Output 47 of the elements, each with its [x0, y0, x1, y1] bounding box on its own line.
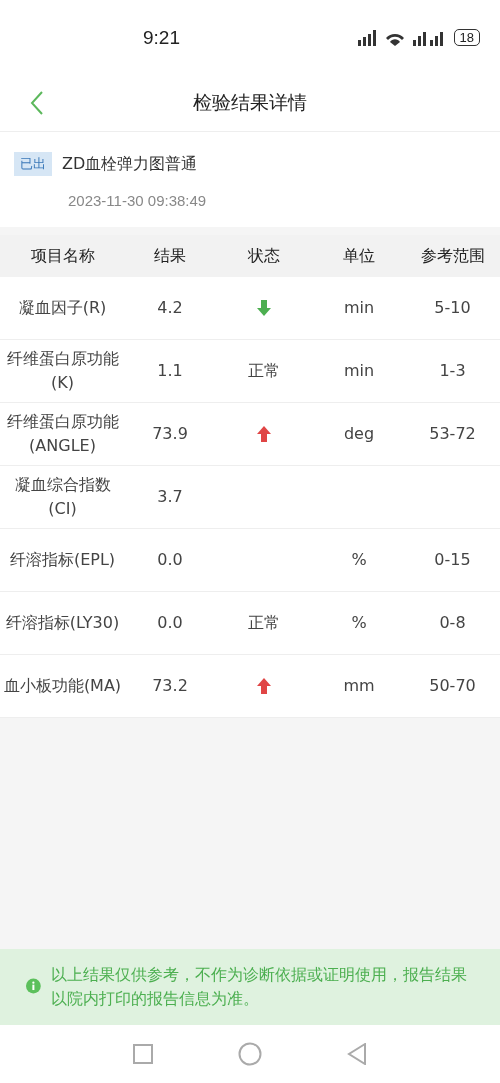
column-header: 结果: [153, 245, 187, 267]
notice-text: 以上结果仅供参考，不作为诊断依据或证明使用，报告结果以院内打印的报告信息为准。: [50, 964, 468, 1010]
table-cell-text: 0-8: [438, 612, 467, 634]
table-cell-text: 凝血综合指数(CI): [13, 474, 112, 520]
table-cell-text: 53-72: [428, 423, 477, 445]
table-cell-text: 73.9: [151, 423, 189, 445]
table-cell-text: 1-3: [438, 360, 467, 382]
table-cell-text: 纤维蛋白原功能(ANGLE): [5, 411, 120, 457]
table-cell-text: 4.2: [156, 297, 184, 319]
table-cell-text: %: [350, 549, 368, 571]
table-cell-text: 凝血因子(R): [17, 297, 108, 319]
table-cell-text: 0-15: [433, 549, 472, 571]
column-header: 参考范围: [419, 245, 486, 267]
table-cell-text: 50-70: [428, 675, 477, 697]
square-icon[interactable]: [132, 1044, 153, 1064]
report-datetime: 2023-11-30 09:38:49: [67, 192, 208, 209]
table-cell-text: 血小板功能(MA): [2, 675, 123, 697]
home-icon[interactable]: [238, 1042, 262, 1066]
table-cell-text: 1.1: [156, 360, 184, 382]
up-arrow-icon: [257, 678, 271, 694]
column-header: 状态: [247, 245, 281, 267]
table-cell-text: 0.0: [156, 612, 184, 634]
battery-level: 18: [453, 29, 480, 46]
up-arrow-icon: [257, 426, 271, 442]
column-header: 单位: [342, 245, 376, 267]
back-icon[interactable]: [30, 91, 44, 115]
column-header: 项目名称: [29, 245, 96, 267]
status-badge: 已出: [14, 152, 52, 176]
table-cell-text: 纤维蛋白原功能(K): [5, 348, 120, 394]
table-cell-text: min: [342, 297, 376, 319]
status-text: 正常: [247, 360, 281, 382]
status-text: 正常: [247, 612, 281, 634]
report-name: ZD血栓弹力图普通: [62, 153, 198, 175]
table-cell-text: %: [350, 612, 368, 634]
table-cell-text: 纤溶指标(LY30): [4, 612, 121, 634]
down-arrow-icon: [257, 300, 271, 316]
table-cell-text: 0.0: [156, 549, 184, 571]
back-icon[interactable]: [347, 1043, 368, 1065]
page-title: 检验结果详情: [193, 90, 307, 115]
table-cell-text: min: [342, 360, 376, 382]
table-cell-text: mm: [342, 675, 376, 697]
table-cell-text: deg: [342, 423, 376, 445]
table-cell-text: 3.7: [156, 486, 184, 508]
table-cell-text: 73.2: [151, 675, 189, 697]
table-cell-text: 5-10: [433, 297, 472, 319]
status-time: 9:21: [143, 26, 181, 49]
table-cell-text: 纤溶指标(EPL): [8, 549, 117, 571]
